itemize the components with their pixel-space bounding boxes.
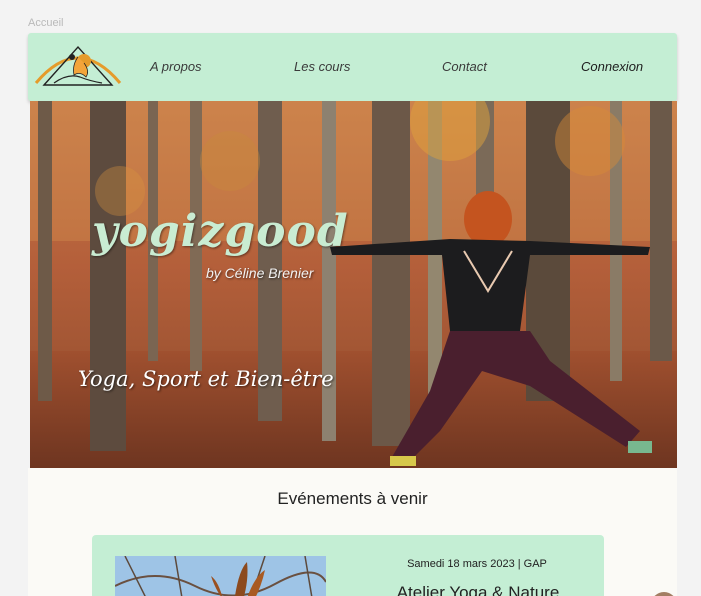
hero-tagline: Yoga, Sport et Bien-être bbox=[78, 367, 334, 391]
hero-byline: by Céline Brenier bbox=[206, 265, 314, 281]
events-heading: Evénements à venir bbox=[277, 489, 428, 508]
hero-forest-photo bbox=[30, 101, 677, 468]
events-section: Evénements à venir Samedi 18 mars 2023 |… bbox=[28, 468, 677, 596]
yoga-logo-icon[interactable] bbox=[34, 39, 122, 89]
event-name[interactable]: Atelier Yoga & Nature bbox=[368, 583, 588, 596]
event-date: Samedi 18 mars 2023 | GAP bbox=[407, 558, 547, 570]
nav-contact[interactable]: Contact bbox=[442, 59, 487, 74]
event-image[interactable] bbox=[115, 556, 326, 596]
nav-connexion[interactable]: Connexion bbox=[581, 59, 643, 74]
hero-brand-title: yogizgood bbox=[92, 206, 349, 257]
event-card[interactable]: Samedi 18 mars 2023 | GAP Atelier Yoga &… bbox=[92, 535, 604, 596]
nav-a-propos[interactable]: A propos bbox=[150, 59, 202, 74]
top-navigation: A propos Les cours Contact Connexion bbox=[28, 33, 677, 101]
nav-les-cours[interactable]: Les cours bbox=[294, 59, 350, 74]
hero-banner: yogizgood by Céline Brenier Yoga, Sport … bbox=[30, 101, 677, 468]
breadcrumb[interactable]: Accueil bbox=[28, 17, 63, 29]
